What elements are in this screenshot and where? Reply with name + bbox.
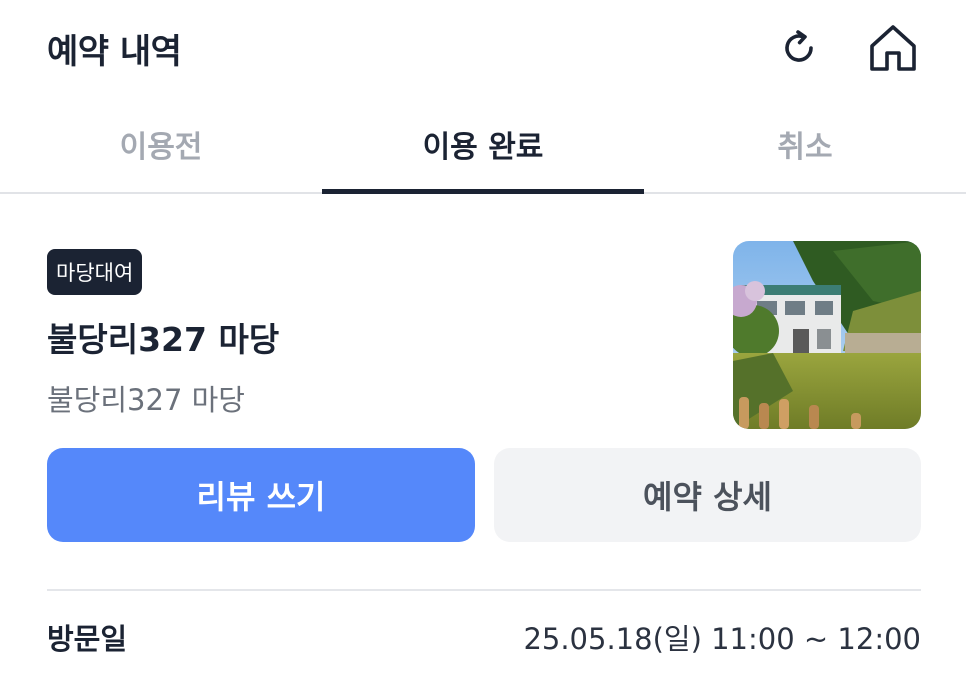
- venue-subtitle: 불당리327 마당: [47, 383, 245, 417]
- visit-date-value: 25.05.18(일) 11:00 ~ 12:00: [523, 622, 921, 656]
- category-badge: 마당대여: [47, 249, 143, 295]
- home-icon: [870, 25, 916, 71]
- venue-photo-image: [733, 241, 921, 429]
- page-title: 예약 내역: [47, 32, 182, 72]
- tab-upcoming[interactable]: 이용전: [0, 96, 322, 192]
- app-header: 예약 내역: [0, 0, 966, 96]
- venue-name: 불당리327 마당: [47, 320, 280, 359]
- home-button[interactable]: [865, 20, 921, 76]
- write-review-button[interactable]: 리뷰 쓰기: [47, 448, 475, 542]
- refresh-icon: [785, 30, 813, 62]
- tab-completed[interactable]: 이용 완료: [322, 96, 644, 194]
- reservation-detail-button[interactable]: 예약 상세: [494, 448, 921, 542]
- reservation-tabs: 이용전 이용 완료 취소: [0, 96, 966, 194]
- refresh-button[interactable]: [771, 20, 827, 76]
- visit-date-label: 방문일: [47, 622, 128, 656]
- tab-cancelled[interactable]: 취소: [644, 96, 966, 192]
- section-divider: [47, 589, 921, 591]
- venue-thumbnail[interactable]: [733, 241, 921, 429]
